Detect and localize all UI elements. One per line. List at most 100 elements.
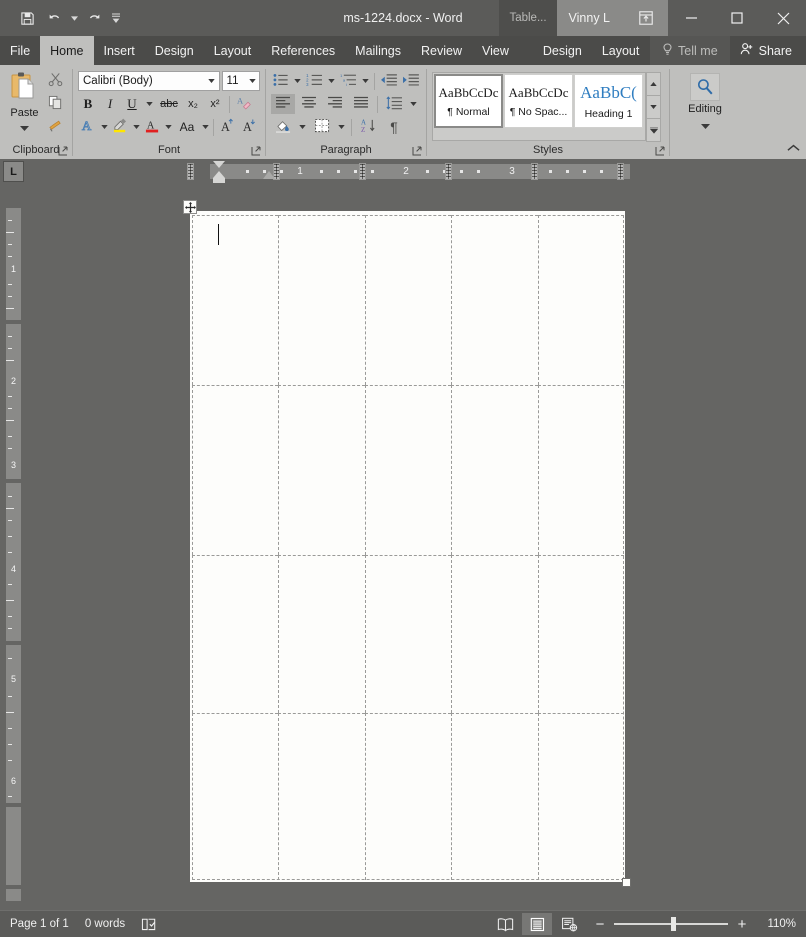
style-normal[interactable]: AaBbCcDc ¶ Normal <box>434 74 503 128</box>
zoom-out-button[interactable]: − <box>594 916 606 933</box>
tab-insert[interactable]: Insert <box>94 36 145 65</box>
font-color-button[interactable]: A <box>143 117 163 137</box>
highlight-dropdown-icon[interactable] <box>132 117 140 137</box>
maximize-icon[interactable] <box>714 0 760 36</box>
chevron-down-icon[interactable] <box>205 79 219 83</box>
justify-button[interactable] <box>349 94 373 114</box>
show-marks-button[interactable]: ¶ <box>382 117 406 137</box>
tab-home[interactable]: Home <box>40 36 94 65</box>
superscript-button[interactable]: x² <box>205 94 225 114</box>
font-size-combo[interactable]: 11 <box>221 71 260 91</box>
line-spacing-button[interactable] <box>382 94 406 114</box>
numbering-button[interactable]: 123 <box>305 71 325 91</box>
styles-more-icon[interactable] <box>646 118 661 142</box>
tab-layout[interactable]: Layout <box>204 36 262 65</box>
table-cell[interactable] <box>364 385 452 555</box>
scissors-icon[interactable] <box>48 72 63 92</box>
text-effects-dropdown-icon[interactable] <box>100 117 108 137</box>
editing-dropdown-icon[interactable] <box>700 116 710 134</box>
web-layout-icon[interactable] <box>554 913 584 935</box>
format-painter-icon[interactable] <box>48 118 63 138</box>
column-marker[interactable] <box>445 163 452 180</box>
table-move-handle-icon[interactable] <box>183 200 197 214</box>
proofing-icon[interactable] <box>141 917 157 932</box>
tab-table-design[interactable]: Design <box>533 36 592 65</box>
tab-stop-marker[interactable] <box>263 171 275 179</box>
grow-font-button[interactable]: A <box>218 117 238 137</box>
highlight-button[interactable] <box>110 117 130 137</box>
tab-file[interactable]: File <box>0 36 40 65</box>
table-grid[interactable] <box>192 215 624 880</box>
close-icon[interactable] <box>760 0 806 36</box>
tab-references[interactable]: References <box>261 36 345 65</box>
table-cell[interactable] <box>364 555 452 713</box>
tab-view[interactable]: View <box>472 36 519 65</box>
document-canvas[interactable] <box>26 184 806 910</box>
column-marker[interactable] <box>359 163 366 180</box>
bullets-button[interactable] <box>271 71 291 91</box>
align-left-button[interactable] <box>271 94 295 114</box>
redo-icon[interactable] <box>81 5 107 31</box>
table-cell[interactable] <box>364 215 452 385</box>
zoom-slider[interactable] <box>614 917 728 931</box>
subscript-button[interactable]: x₂ <box>183 94 203 114</box>
numbering-dropdown-icon[interactable] <box>327 71 337 91</box>
font-color-dropdown-icon[interactable] <box>165 117 173 137</box>
sort-button[interactable]: AZ <box>356 117 380 137</box>
underline-button[interactable]: U <box>122 94 142 114</box>
table-cell[interactable] <box>537 385 624 555</box>
borders-dropdown-icon[interactable] <box>336 117 347 137</box>
share-button[interactable]: Share <box>730 36 806 65</box>
tab-design[interactable]: Design <box>145 36 204 65</box>
table-cell[interactable] <box>192 555 279 713</box>
table-cell[interactable] <box>278 385 365 555</box>
decrease-indent-button[interactable] <box>379 71 399 91</box>
column-marker[interactable] <box>187 163 194 180</box>
tab-mailings[interactable]: Mailings <box>345 36 411 65</box>
tab-stop-selector[interactable]: L <box>3 161 24 182</box>
customize-quick-access-icon[interactable] <box>109 5 123 31</box>
hanging-indent-marker[interactable] <box>213 171 225 178</box>
table-cell[interactable] <box>451 215 538 385</box>
table-resize-handle-icon[interactable] <box>622 878 631 887</box>
zoom-slider-thumb[interactable] <box>671 917 676 931</box>
style-no-spacing[interactable]: AaBbCcDc ¶ No Spac... <box>504 74 573 128</box>
read-mode-icon[interactable] <box>490 913 520 935</box>
zoom-control[interactable]: − + <box>594 916 748 933</box>
horizontal-ruler[interactable]: L 1 2 3 <box>0 159 806 184</box>
print-layout-icon[interactable] <box>522 913 552 935</box>
align-right-button[interactable] <box>323 94 347 114</box>
change-case-dropdown-icon[interactable] <box>201 117 209 137</box>
multilevel-list-button[interactable]: 1ai <box>338 71 358 91</box>
table-cell[interactable] <box>537 713 624 880</box>
line-spacing-dropdown-icon[interactable] <box>408 94 419 114</box>
font-dialog-launcher-icon[interactable] <box>251 146 261 156</box>
tab-table-layout[interactable]: Layout <box>592 36 650 65</box>
zoom-in-button[interactable]: + <box>736 916 748 933</box>
table-cell[interactable] <box>278 555 365 713</box>
table-cell[interactable] <box>278 713 365 880</box>
table-cell[interactable] <box>537 555 624 713</box>
table-cell[interactable] <box>451 385 538 555</box>
table-cell[interactable] <box>451 713 538 880</box>
document-page[interactable] <box>183 200 631 887</box>
left-indent-marker[interactable] <box>213 178 225 183</box>
save-icon[interactable] <box>14 5 40 31</box>
table-cell[interactable] <box>451 555 538 713</box>
copy-icon[interactable] <box>48 95 63 115</box>
align-center-button[interactable] <box>297 94 321 114</box>
bold-button[interactable]: B <box>78 94 98 114</box>
styles-scroll-down-icon[interactable] <box>646 95 661 119</box>
styles-scroll-up-icon[interactable] <box>646 72 661 96</box>
underline-dropdown-icon[interactable] <box>144 94 155 114</box>
paste-dropdown-icon[interactable] <box>19 118 29 136</box>
ribbon-display-options-icon[interactable] <box>624 0 668 36</box>
table-cell[interactable] <box>192 385 279 555</box>
paste-button[interactable]: Paste <box>5 69 44 141</box>
borders-button[interactable] <box>310 117 334 137</box>
editing-button[interactable]: Editing <box>675 69 735 141</box>
table-cell[interactable] <box>278 215 365 385</box>
shrink-font-button[interactable]: A <box>240 117 260 137</box>
page-count[interactable]: Page 1 of 1 <box>10 918 69 930</box>
undo-icon[interactable] <box>42 5 68 31</box>
